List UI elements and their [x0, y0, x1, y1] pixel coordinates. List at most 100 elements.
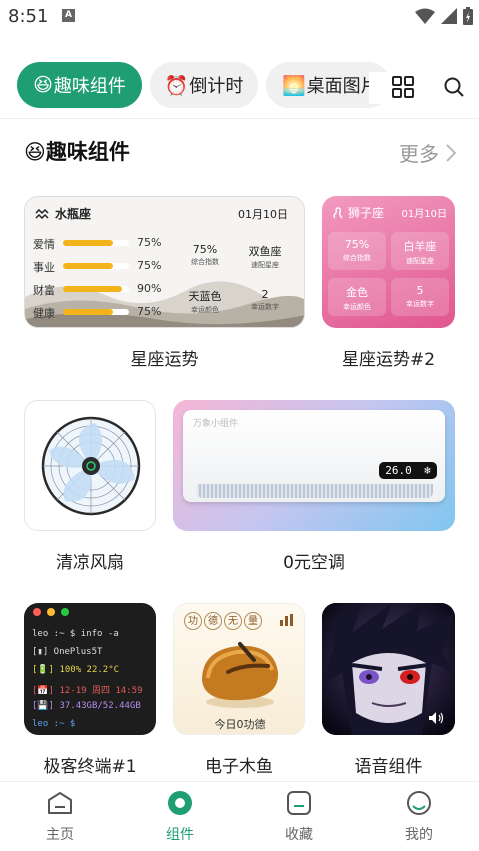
notification-icon: A — [62, 9, 75, 22]
search-icon[interactable] — [443, 76, 465, 98]
stat-caption: 速配星座 — [406, 257, 434, 265]
terminal-line: [▮] OnePlus5T — [32, 647, 103, 657]
fortune-name: 爱情 — [33, 238, 55, 251]
nav-home[interactable]: 主页 — [20, 790, 100, 844]
aquarius-icon — [35, 208, 49, 219]
grid-icon[interactable] — [391, 75, 415, 99]
stat-caption: 综合指数 — [343, 254, 371, 262]
astro-date: 01月10日 — [401, 209, 447, 220]
status-icons — [415, 7, 473, 25]
astro-date: 01月10日 — [238, 208, 288, 221]
astro-stat: 2 幸运数字 — [237, 288, 293, 312]
terminal-line: leo :~ $ — [32, 719, 76, 729]
fortune-percent: 90% — [137, 282, 162, 295]
fan-icon — [41, 416, 141, 516]
bottom-navigation: 主页 组件 收藏 我的 — [0, 781, 479, 851]
minimize-dot-icon — [47, 608, 55, 616]
terminal-line: [🔋] 100% 22.2°C — [32, 665, 120, 675]
tab-countdown[interactable]: ⏰ 倒计时 — [150, 62, 258, 108]
snowflake-icon: ❄ — [424, 464, 431, 477]
tab-label: 倒计时 — [189, 76, 244, 97]
wooden-fish-widget[interactable]: 功 德 无 量 今日0功德 — [173, 603, 305, 735]
terminal-line: leo :~ $ info -a — [32, 629, 119, 639]
widget-label: 清凉风扇 — [56, 553, 124, 573]
stat-value: 天蓝色 — [188, 290, 222, 303]
astro-header: 水瓶座 — [35, 205, 91, 222]
terminal-line: [💾] 37.43GB/52.44GB — [32, 701, 141, 711]
fortune-percent: 75% — [137, 236, 162, 249]
fortune-bar — [63, 240, 129, 246]
air-conditioner-widget[interactable]: 万象小组件 26.0 ❄ — [173, 400, 455, 531]
ac-vent — [197, 484, 433, 498]
voice-widget[interactable] — [322, 603, 455, 735]
astro-header: 狮子座 — [332, 204, 384, 221]
ac-temperature: 26.0 — [385, 464, 412, 477]
astro-sign: 水瓶座 — [55, 207, 92, 221]
fortune-bar — [63, 286, 129, 292]
nav-profile[interactable]: 我的 — [379, 790, 459, 844]
nav-label: 组件 — [166, 827, 194, 843]
astro-stat: 白羊座 速配星座 — [391, 232, 449, 270]
astrology-widget[interactable]: 水瓶座 01月10日 爱情 75% 事业 75% 财富 90% 健康 75% 75% 综合… — [24, 196, 305, 328]
terminal-line: [📅] 12-19 周四 14:59 — [32, 686, 143, 696]
tab-label: 桌面图片 — [306, 76, 379, 97]
top-actions — [369, 72, 479, 104]
fan-widget[interactable] — [24, 400, 156, 531]
fortune-name: 事业 — [33, 261, 55, 274]
astro-stat: 75% 综合指数 — [328, 232, 386, 270]
stat-value: 2 — [261, 288, 269, 301]
laughing-emoji-icon: 😆 — [24, 140, 46, 164]
fortune-row: 事业 75% — [33, 259, 183, 274]
fortune-name: 健康 — [33, 307, 55, 320]
wifi-icon — [415, 8, 435, 24]
alarm-clock-icon: ⏰ — [164, 74, 189, 97]
app-screen: 8:51 A 😆 趣味组件 ⏰ 倒计时 🌅 桌面图片 😆趣味组件 更多 水瓶座 … — [0, 0, 479, 851]
fortune-percent: 75% — [137, 305, 162, 318]
merit-char: 无 — [224, 612, 242, 630]
merit-count: 今日0功德 — [214, 718, 266, 731]
leo-icon — [333, 206, 343, 218]
fortune-row: 健康 75% — [33, 305, 183, 320]
astro-sign: 狮子座 — [348, 206, 385, 220]
cell-signal-icon — [441, 8, 457, 24]
maximize-dot-icon — [61, 608, 69, 616]
more-label: 更多 — [399, 142, 439, 166]
nav-favorites[interactable]: 收藏 — [259, 790, 339, 844]
fortune-bar-fill — [63, 309, 113, 315]
fortune-bar — [63, 309, 129, 315]
terminal-widget[interactable]: leo :~ $ info -a [▮] OnePlus5T [🔋] 100% … — [24, 603, 156, 735]
astro-stat: 75% 综合指数 — [177, 243, 233, 267]
ac-display: 26.0 ❄ — [379, 462, 437, 479]
profile-icon — [407, 791, 431, 815]
nav-label: 收藏 — [285, 827, 313, 843]
stat-value: 白羊座 — [403, 240, 437, 253]
more-link[interactable]: 更多 — [399, 138, 457, 167]
tab-fun-widgets[interactable]: 😆 趣味组件 — [17, 62, 142, 108]
astro-stat: 金色 幸运颜色 — [328, 278, 386, 316]
window-dots — [33, 608, 69, 616]
bookmark-icon — [287, 791, 311, 815]
home-icon — [48, 792, 72, 814]
fortune-bar-fill — [63, 240, 113, 246]
stat-caption: 幸运颜色 — [191, 306, 219, 314]
stat-value: 75% — [192, 243, 218, 256]
fortune-percent: 75% — [137, 259, 162, 272]
stat-caption: 幸运数字 — [251, 303, 279, 311]
fortune-bar-fill — [63, 263, 113, 269]
stat-value: 双鱼座 — [248, 245, 282, 258]
astro-stat: 天蓝色 幸运颜色 — [177, 288, 233, 315]
widgets-icon — [168, 791, 192, 815]
ac-brand: 万象小组件 — [193, 419, 239, 429]
widget-label: 语音组件 — [354, 757, 423, 777]
widget-label: 星座运势 — [130, 350, 199, 370]
stat-caption: 综合指数 — [191, 258, 219, 266]
stat-value: 75% — [344, 238, 370, 251]
nav-widgets[interactable]: 组件 — [140, 790, 220, 844]
status-time: 8:51 — [8, 6, 49, 27]
chevron-right-icon — [446, 143, 457, 162]
widget-label: 电子木鱼 — [205, 757, 273, 777]
wooden-fish-icon — [202, 642, 279, 708]
stat-caption: 幸运颜色 — [343, 303, 371, 311]
astrology-widget-2[interactable]: 狮子座 01月10日 75% 综合指数 白羊座 速配星座 金色 幸运颜色 5 幸运数字 — [322, 196, 455, 328]
speaker-icon — [429, 712, 444, 724]
